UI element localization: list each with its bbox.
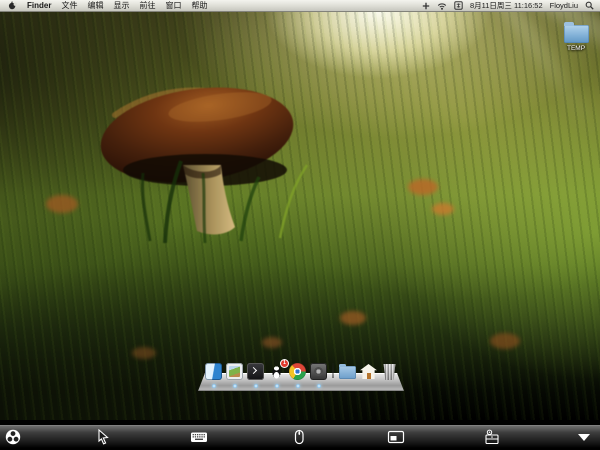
- menu-bar-user[interactable]: FloydLiu: [550, 0, 578, 11]
- keyboard-button[interactable]: [186, 427, 212, 447]
- dock-item-qq[interactable]: 1: [268, 360, 288, 388]
- running-indicator: [295, 384, 300, 388]
- spotlight-icon[interactable]: [585, 1, 594, 10]
- dock-item-terminal[interactable]: [247, 363, 264, 388]
- leaf: [132, 347, 156, 359]
- dock-items: 1: [205, 360, 398, 388]
- hide-toolbar-button[interactable]: [571, 427, 597, 447]
- input-source-icon[interactable]: [454, 1, 463, 10]
- dock: 1: [198, 360, 404, 394]
- menu-edit[interactable]: 编辑: [87, 0, 103, 11]
- home-icon: [360, 364, 377, 379]
- menu-finder[interactable]: Finder: [27, 0, 51, 11]
- menu-bar-status: 8月11日周三 11:16:52 FloydLiu: [422, 0, 600, 11]
- tools-icon: [485, 429, 499, 445]
- menu-bar-left: Finder 文件 编辑 显示 前往 窗口 帮助: [0, 0, 207, 11]
- plus-icon[interactable]: [422, 2, 430, 10]
- chrome-icon: [289, 363, 306, 380]
- dock-item-chrome[interactable]: [289, 363, 306, 388]
- menu-window[interactable]: 窗口: [165, 0, 181, 11]
- trash-icon: [383, 364, 396, 380]
- menu-file[interactable]: 文件: [61, 0, 77, 11]
- menu-bar-clock[interactable]: 8月11日周三 11:16:52: [470, 0, 543, 11]
- preview-icon: [226, 363, 243, 380]
- menu-bar: Finder 文件 编辑 显示 前往 窗口 帮助 8月11日周三 11:16:5…: [0, 0, 600, 12]
- leaf: [46, 195, 78, 213]
- menu-go[interactable]: 前往: [139, 0, 155, 11]
- running-indicator: [232, 384, 237, 388]
- folder-icon: [563, 22, 589, 43]
- desktop-icon-temp-folder[interactable]: TEMP: [556, 22, 596, 52]
- terminal-icon: [247, 363, 264, 380]
- vnc-toolbar: [0, 425, 600, 448]
- dock-item-documents-folder[interactable]: [339, 363, 356, 380]
- leaf: [408, 179, 438, 195]
- mushroom-illustration: [100, 87, 309, 243]
- cursor-button[interactable]: [90, 427, 116, 447]
- desktop-area[interactable]: TEMP 1: [0, 11, 600, 420]
- hide-triangle-icon: [578, 434, 590, 441]
- mouse-button[interactable]: [286, 427, 312, 447]
- connections-icon: [5, 429, 21, 445]
- running-indicator: [253, 384, 258, 388]
- display-button[interactable]: [383, 427, 409, 447]
- dock-separator: [332, 362, 334, 378]
- dock-item-trash[interactable]: [381, 363, 398, 380]
- cursor-icon: [98, 428, 109, 445]
- running-indicator: [316, 384, 321, 388]
- menu-help[interactable]: 帮助: [191, 0, 207, 11]
- running-indicator: [274, 384, 279, 388]
- finder-icon: [205, 363, 222, 380]
- remote-desktop-screen: Finder 文件 编辑 显示 前往 窗口 帮助 8月11日周三 11:16:5…: [0, 0, 600, 450]
- apple-menu-icon[interactable]: [8, 1, 17, 10]
- tools-button[interactable]: [479, 427, 505, 447]
- mouse-icon: [294, 429, 304, 445]
- running-indicator: [211, 384, 216, 388]
- dock-item-finder[interactable]: [205, 363, 222, 388]
- screen-sharing-icon: [310, 363, 327, 380]
- leaf: [262, 337, 282, 348]
- keyboard-icon: [191, 432, 207, 442]
- leaf: [432, 203, 454, 215]
- display-icon: [387, 430, 405, 444]
- connections-button[interactable]: [0, 427, 26, 447]
- leaf: [340, 311, 366, 325]
- qq-badge: 1: [281, 360, 288, 367]
- dock-item-preview[interactable]: [226, 363, 243, 388]
- wifi-icon[interactable]: [437, 2, 447, 10]
- dock-item-screen-sharing[interactable]: [310, 363, 327, 388]
- leaf: [490, 333, 520, 349]
- dock-item-home-stack[interactable]: [360, 363, 377, 380]
- desktop-icon-label: TEMP: [566, 45, 586, 52]
- folder-stack-icon: [339, 363, 356, 379]
- menu-view[interactable]: 显示: [113, 0, 129, 11]
